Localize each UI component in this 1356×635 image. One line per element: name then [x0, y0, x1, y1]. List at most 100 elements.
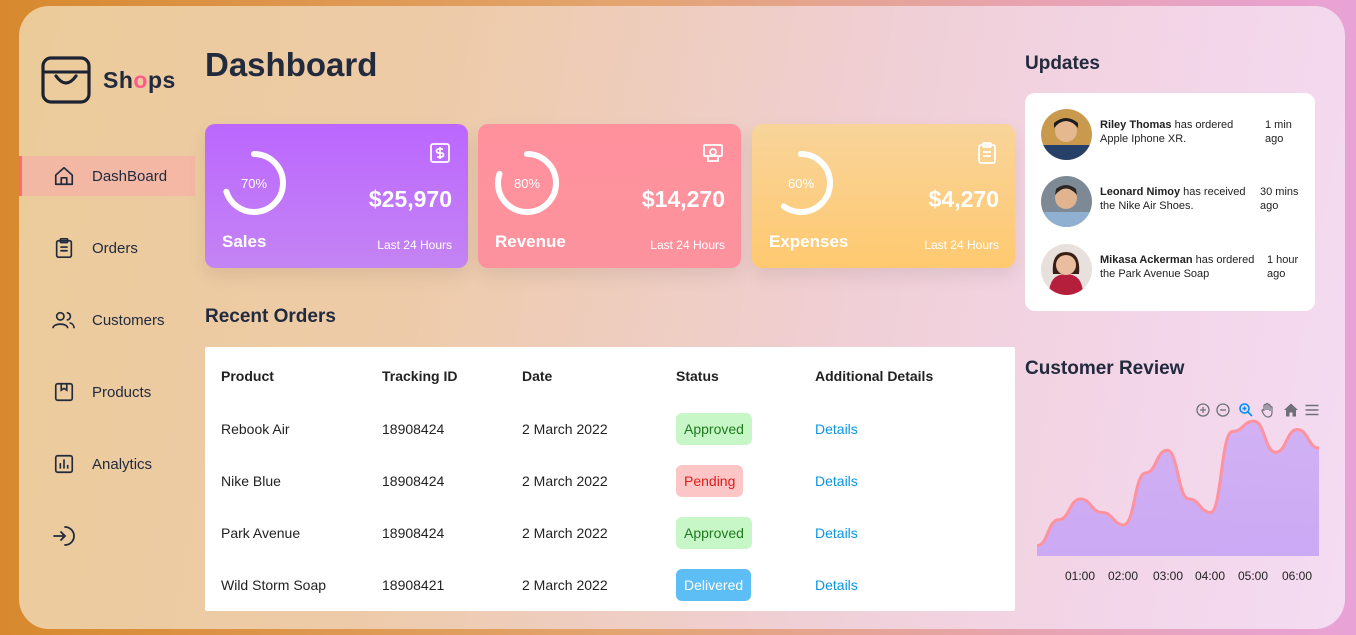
column-header: Date — [522, 368, 553, 384]
sidebar-item-label: DashBoard — [92, 167, 168, 185]
brand-name: Shops — [103, 66, 176, 93]
status-badge: Approved — [676, 517, 752, 549]
card-name: Expenses — [769, 232, 849, 251]
card-amount: $4,270 — [928, 186, 999, 212]
update-item: Mikasa Ackerman has ordered the Park Ave… — [1041, 244, 1311, 296]
table-header-row: Product Tracking ID Date Status Addition… — [205, 347, 1015, 403]
clipboard-icon — [52, 236, 76, 260]
date-cell: 2 March 2022 — [522, 473, 608, 489]
card-name: Revenue — [495, 232, 566, 251]
details-link[interactable]: Details — [815, 473, 858, 489]
update-item: Riley Thomas has ordered Apple Iphone XR… — [1041, 109, 1311, 161]
update-message: Mikasa Ackerman has ordered the Park Ave… — [1100, 254, 1255, 280]
product-cell: Nike Blue — [221, 473, 281, 489]
sidebar-item-label: Orders — [92, 239, 138, 257]
update-time: 30 mins ago — [1260, 186, 1299, 212]
card-amount: $14,270 — [641, 186, 725, 212]
tracking-cell: 18908421 — [382, 577, 445, 593]
avatar — [1041, 109, 1092, 160]
product-cell: Wild Storm Soap — [221, 577, 327, 593]
avatar — [1041, 244, 1092, 295]
update-message: Leonard Nimoy has received the Nike Air … — [1100, 186, 1246, 212]
clipboard-icon — [978, 142, 996, 164]
table-row: Nike Blue 18908424 2 March 2022 Pending … — [205, 455, 1015, 507]
sidebar-item-label: Customers — [92, 311, 165, 329]
status-cell: Approved — [676, 403, 815, 455]
card-period: Last 24 Hours — [377, 238, 452, 252]
status-badge: Pending — [676, 465, 744, 497]
bar-chart-icon — [52, 452, 76, 476]
column-header: Status — [676, 368, 719, 384]
details-cell: Details — [815, 403, 1015, 455]
product-cell: Park Avenue — [221, 525, 301, 541]
sidebar-item-label: Analytics — [92, 455, 153, 473]
details-link[interactable]: Details — [815, 421, 858, 437]
tracking-cell: 18908424 — [382, 421, 445, 437]
table-row: Park Avenue 18908424 2 March 2022 Approv… — [205, 507, 1015, 559]
details-cell: Details — [815, 455, 1015, 507]
sidebar-item-dashboard[interactable]: DashBoard — [19, 156, 195, 196]
sidebar-item-label: Products — [92, 383, 152, 401]
updates-panel: Riley Thomas has ordered Apple Iphone XR… — [1025, 93, 1315, 311]
x-tick-label: 06:00 — [1282, 569, 1313, 583]
details-cell: Details — [815, 507, 1015, 559]
dollar-icon — [430, 143, 450, 163]
x-tick-label: 01:00 — [1065, 569, 1096, 583]
recent-orders-title: Recent Orders — [205, 306, 336, 327]
package-icon — [52, 380, 76, 404]
sidebar-item-customers[interactable]: Customers — [19, 300, 195, 340]
status-cell: Approved — [676, 507, 815, 559]
app-window: Shops DashBoard Orders Customers Product… — [19, 6, 1345, 629]
customer-review-title: Customer Review — [1025, 358, 1185, 379]
home-icon — [52, 164, 76, 188]
details-link[interactable]: Details — [815, 525, 858, 541]
column-header: Tracking ID — [382, 368, 458, 384]
update-message: Riley Thomas has ordered Apple Iphone XR… — [1100, 119, 1234, 145]
details-cell: Details — [815, 559, 1015, 611]
status-badge: Delivered — [676, 569, 752, 601]
table-row: Rebook Air 18908424 2 March 2022 Approve… — [205, 403, 1015, 455]
card-amount: $25,970 — [368, 186, 452, 212]
logo[interactable]: Shops — [41, 55, 176, 105]
update-time: 1 min ago — [1265, 119, 1292, 145]
expenses-card[interactable]: 60% $4,270 Expenses Last 24 Hours — [752, 124, 1015, 268]
table-row: Wild Storm Soap 18908421 2 March 2022 De… — [205, 559, 1015, 611]
details-link[interactable]: Details — [815, 577, 858, 593]
avatar — [1041, 176, 1092, 227]
date-cell: 2 March 2022 — [522, 421, 608, 437]
sidebar-menu: DashBoard Orders Customers Products Anal… — [19, 156, 195, 516]
tracking-cell: 18908424 — [382, 473, 445, 489]
date-cell: 2 March 2022 — [522, 577, 608, 593]
date-cell: 2 March 2022 — [522, 525, 608, 541]
update-item: Leonard Nimoy has received the Nike Air … — [1041, 176, 1311, 228]
card-percent: 70% — [240, 175, 268, 191]
card-name: Sales — [222, 232, 267, 251]
card-period: Last 24 Hours — [650, 238, 725, 252]
revenue-card[interactable]: 80% $14,270 Revenue Last 24 Hours — [478, 124, 741, 268]
updates-title: Updates — [1025, 53, 1100, 74]
product-cell: Rebook Air — [221, 421, 290, 437]
status-cell: Pending — [676, 455, 815, 507]
status-badge: Approved — [676, 413, 752, 445]
series-area — [1037, 421, 1319, 556]
card-period: Last 24 Hours — [924, 238, 999, 252]
sidebar-item-analytics[interactable]: Analytics — [19, 444, 195, 484]
x-tick-label: 02:00 — [1108, 569, 1139, 583]
x-tick-label: 05:00 — [1238, 569, 1269, 583]
card-percent: 80% — [513, 175, 541, 191]
page-title: Dashboard — [205, 46, 378, 83]
update-time: 1 hour ago — [1267, 254, 1299, 280]
sidebar-item-orders[interactable]: Orders — [19, 228, 195, 268]
shopping-bag-icon — [41, 56, 91, 104]
orders-table: Product Tracking ID Date Status Addition… — [205, 347, 1015, 611]
sidebar-item-products[interactable]: Products — [19, 372, 195, 412]
money-icon — [703, 144, 723, 162]
tracking-cell: 18908424 — [382, 525, 445, 541]
sales-card[interactable]: 70% $25,970 Sales Last 24 Hours — [205, 124, 468, 268]
column-header: Product — [221, 368, 274, 384]
column-header: Additional Details — [815, 368, 934, 384]
users-icon — [52, 308, 76, 332]
sign-out-icon[interactable] — [51, 524, 75, 548]
x-tick-label: 03:00 — [1153, 569, 1184, 583]
card-percent: 60% — [787, 175, 815, 191]
